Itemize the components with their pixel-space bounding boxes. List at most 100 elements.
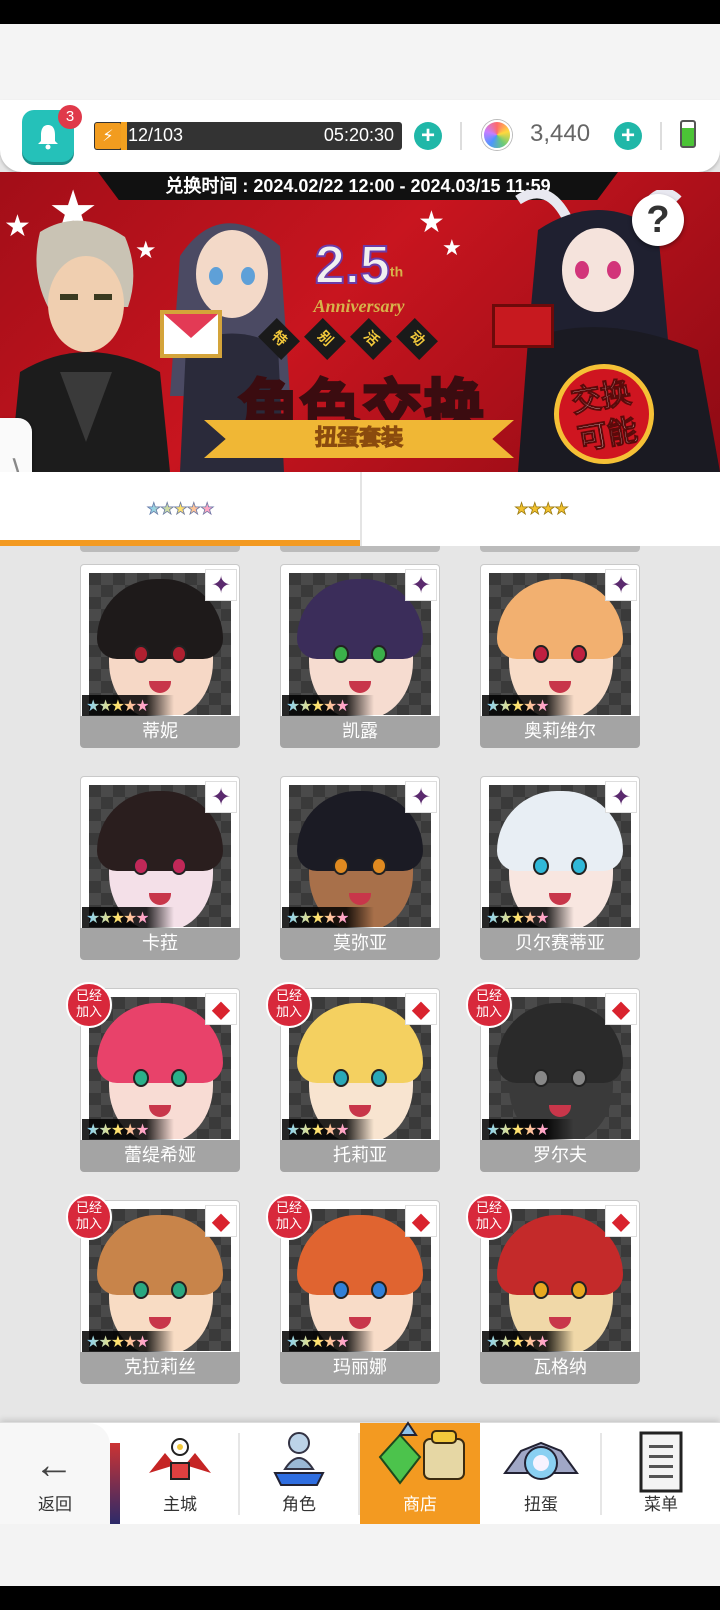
rarity-stars: ★★★★★	[482, 695, 574, 717]
menu-icon	[639, 1431, 683, 1493]
character-card[interactable]: ★★★★★ 瓦格纳 已经 加入	[466, 1194, 640, 1390]
portrait-eye	[533, 1069, 549, 1087]
joined-badge-label: 已经 加入	[75, 989, 102, 1020]
castle-icon	[149, 1438, 211, 1480]
fire-element-icon	[405, 993, 437, 1025]
character-card[interactable]: ★★★★★ 贝尔赛蒂亚	[480, 776, 640, 966]
joined-badge: 已经 加入	[466, 982, 512, 1028]
portrait-eye	[371, 1281, 387, 1299]
rarity-stars: ★★★★★	[82, 907, 174, 929]
portrait-eye	[171, 1281, 187, 1299]
rarity-stars: ★★★★★	[482, 907, 574, 929]
rarity-stars: ★★★★★	[482, 1119, 574, 1141]
event-banner[interactable]: 兑换时间 : 2024.02/22 12:00 - 2024.03/15 11:…	[0, 172, 720, 472]
rarity-stars-text: ★★★★★	[486, 1332, 550, 1351]
character-card[interactable]: ★★★★★ 凯露	[280, 564, 440, 754]
shop-icon	[378, 1421, 465, 1485]
joined-badge: 已经 加入	[266, 1194, 312, 1240]
character-card[interactable]: ★★★★★ 蒂妮	[80, 564, 240, 754]
system-status-bar	[0, 0, 720, 24]
character-card[interactable]: ★★★★★ 克拉莉丝 已经 加入	[66, 1194, 240, 1390]
nav-label: 商店	[403, 1495, 437, 1515]
character-card[interactable]: ★★★★★ 托莉亚 已经 加入	[266, 982, 440, 1178]
character-name: 奥莉维尔	[480, 716, 640, 748]
nav-item-shop[interactable]: 商店	[360, 1421, 480, 1525]
tab-stars: ★★★★★	[146, 499, 215, 519]
joined-badge-label: 已经 加入	[475, 1201, 502, 1232]
decoration-strip	[110, 1443, 120, 1525]
rarity-stars: ★★★★★	[282, 907, 374, 929]
character-card[interactable]: ★★★★★ 玛丽娜 已经 加入	[266, 1194, 440, 1390]
previous-row-edge	[80, 546, 240, 552]
fire-element-icon	[605, 1205, 637, 1237]
add-stamina-button[interactable]: +	[414, 122, 442, 150]
portrait-eye	[333, 857, 349, 875]
nav-item-castle[interactable]: 主城	[122, 1423, 238, 1525]
portrait-eye	[133, 645, 149, 663]
dark-element-icon	[205, 569, 237, 601]
joined-badge: 已经 加入	[266, 982, 312, 1028]
event-tag: 别	[304, 318, 346, 360]
character-card[interactable]: ★★★★★ 蕾缇希娅 已经 加入	[66, 982, 240, 1178]
event-tags: 特 别 活 动	[258, 318, 438, 360]
rarity-stars: ★★★★★	[282, 1331, 374, 1353]
portrait-eye	[571, 857, 587, 875]
back-arrow-icon: ←	[34, 1443, 74, 1487]
resource-bar: 3 ⚡ 12/103 05:20:30 + 3,440 +	[0, 100, 720, 172]
rarity-stars: ★★★★★	[282, 695, 374, 717]
portrait-frame: ★★★★★	[480, 564, 640, 724]
gem-count: 3,440	[530, 120, 591, 147]
joined-badge-label: 已经 加入	[75, 1201, 102, 1232]
dark-element-icon	[405, 781, 437, 813]
envelope-icon	[160, 310, 222, 358]
stamina-value: 12/103	[128, 125, 184, 145]
battery-icon	[680, 120, 696, 148]
tab-stars: ★★★★	[514, 499, 569, 519]
divider	[660, 122, 662, 150]
character-card[interactable]: ★★★★★ 罗尔夫 已经 加入	[466, 982, 640, 1178]
joined-badge: 已经 加入	[66, 982, 112, 1028]
portrait-frame: ★★★★★	[280, 776, 440, 936]
character-card[interactable]: ★★★★★ 卡菈	[80, 776, 240, 966]
rarity-stars-text: ★★★★★	[86, 1332, 150, 1351]
notification-badge: 3	[58, 105, 82, 129]
nav-label: 菜单	[644, 1495, 678, 1515]
gem-icon	[482, 120, 512, 150]
rarity-stars: ★★★★★	[482, 1331, 574, 1353]
character-card[interactable]: ★★★★★ 莫弥亚	[280, 776, 440, 966]
character-card[interactable]: ★★★★★ 奥莉维尔	[480, 564, 640, 754]
character-name: 凯露	[280, 716, 440, 748]
back-button[interactable]: ← 返回	[0, 1423, 110, 1525]
tab-5-star[interactable]: ★★★★★	[0, 472, 360, 546]
previous-row-edge	[280, 546, 440, 552]
portrait-frame: ★★★★★	[280, 564, 440, 724]
tab-4-star[interactable]: ★★★★	[360, 472, 720, 546]
bell-icon	[38, 125, 58, 150]
joined-badge-label: 已经 加入	[275, 1201, 302, 1232]
rarity-stars: ★★★★★	[282, 1119, 374, 1141]
joined-badge: 已经 加入	[466, 1194, 512, 1240]
nav-item-character[interactable]: 角色	[240, 1423, 358, 1525]
portrait-eye	[533, 857, 549, 875]
nav-item-menu[interactable]: 菜单	[602, 1423, 720, 1525]
previous-row-edge	[480, 546, 640, 552]
rarity-stars-text: ★★★★★	[286, 908, 350, 927]
rarity-stars-text: ★★★★★	[86, 1120, 150, 1139]
gacha-icon	[503, 1441, 579, 1480]
portrait-eye	[171, 1069, 187, 1087]
rarity-stars-text: ★★★★★	[286, 696, 350, 715]
add-gems-button[interactable]: +	[614, 122, 642, 150]
star-decoration-icon: ★	[442, 236, 462, 261]
portrait-eye	[371, 1069, 387, 1087]
character-name: 克拉莉丝	[80, 1352, 240, 1384]
portrait-eye	[133, 1281, 149, 1299]
help-button[interactable]: ?	[632, 194, 684, 246]
portrait-eye	[333, 1281, 349, 1299]
event-tag: 特	[258, 318, 300, 360]
portrait-eye	[133, 857, 149, 875]
divider	[460, 122, 462, 150]
nav-item-gacha[interactable]: 扭蛋	[482, 1423, 600, 1525]
portrait-eye	[533, 645, 549, 663]
rarity-stars: ★★★★★	[82, 1119, 174, 1141]
rarity-stars-text: ★★★★★	[86, 908, 150, 927]
